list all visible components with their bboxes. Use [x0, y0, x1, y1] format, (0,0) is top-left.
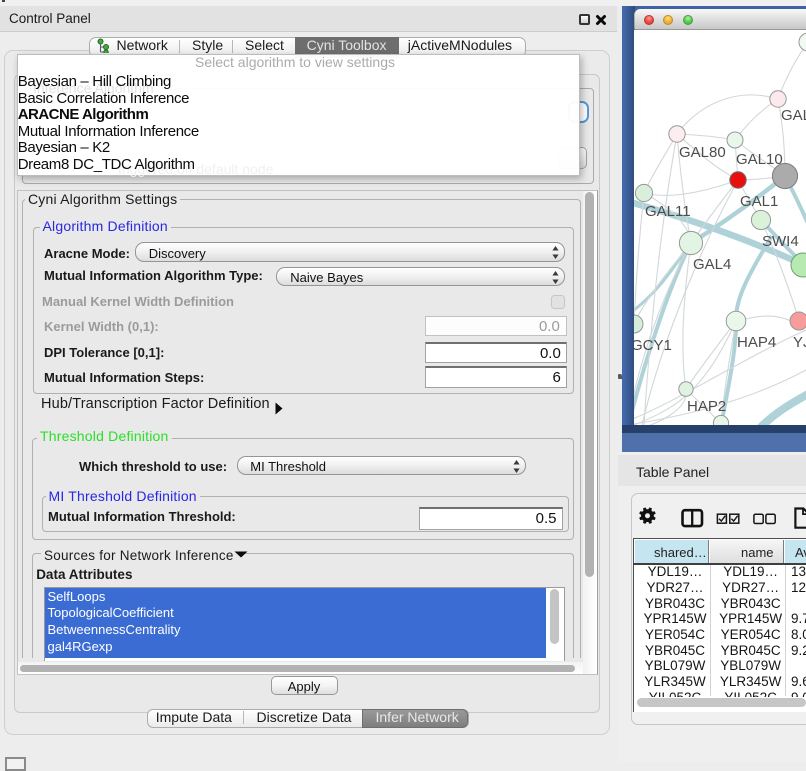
svg-text:GCY1: GCY1: [634, 337, 672, 354]
svg-text:GAL2: GAL2: [781, 107, 806, 124]
svg-text:HAP2: HAP2: [687, 398, 726, 415]
svg-text:GAL80: GAL80: [679, 144, 726, 161]
svg-text:YJ: YJ: [793, 334, 806, 351]
svg-text:GAL4: GAL4: [693, 256, 731, 273]
svg-text:GAL1: GAL1: [740, 193, 778, 210]
svg-text:SWI4: SWI4: [762, 233, 799, 250]
svg-text:GAL10: GAL10: [736, 151, 783, 168]
svg-text:HAP4: HAP4: [737, 334, 776, 351]
svg-text:GAL11: GAL11: [645, 203, 691, 220]
